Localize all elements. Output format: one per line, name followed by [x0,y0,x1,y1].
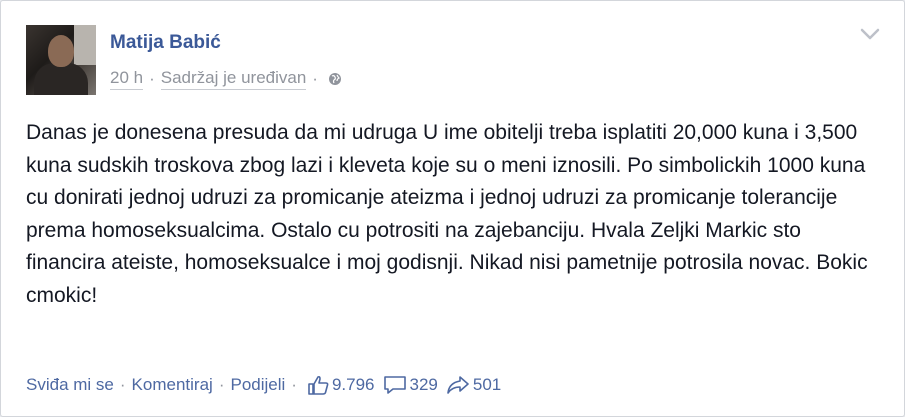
meta-separator: · [149,69,155,88]
edited-label[interactable]: Sadržaj je uređivan [160,68,307,90]
likes-count: 9.796 [331,375,375,394]
thumbs-up-icon [308,375,329,395]
post-card: Matija Babić 20 h · Sadržaj je uređivan … [0,0,905,417]
avatar-face [48,35,74,67]
post-timestamp[interactable]: 20 h [110,68,144,90]
comment-icon [383,376,406,394]
action-separator: · [218,375,225,394]
comments-stat[interactable]: 329 [383,375,438,395]
avatar[interactable] [26,25,96,95]
post-meta: 20 h · Sadržaj je uređivan · [110,68,342,90]
like-link[interactable]: Sviđa mi se [26,375,114,395]
comments-count: 329 [409,375,438,394]
post-actions: Sviđa mi se · Komentiraj · Podijeli · 9.… [26,373,501,397]
avatar-body [34,63,88,95]
share-link[interactable]: Podijeli [230,375,285,395]
author-name[interactable]: Matija Babić [110,32,221,54]
likes-stat[interactable]: 9.796 [307,375,375,395]
post-text: Danas je donesena presuda da mi udruga U… [26,121,868,307]
shares-stat[interactable]: 501 [446,375,501,395]
globe-icon[interactable] [328,72,342,86]
comment-link[interactable]: Komentiraj [132,375,213,395]
meta-separator: · [312,69,318,88]
post-header: Matija Babić 20 h · Sadržaj je uređivan … [26,25,886,95]
action-separator: · [119,375,126,394]
action-separator: · [291,375,297,394]
shares-count: 501 [472,375,502,394]
avatar-background [74,25,96,65]
share-icon [447,376,469,394]
chevron-down-icon[interactable] [860,27,880,41]
